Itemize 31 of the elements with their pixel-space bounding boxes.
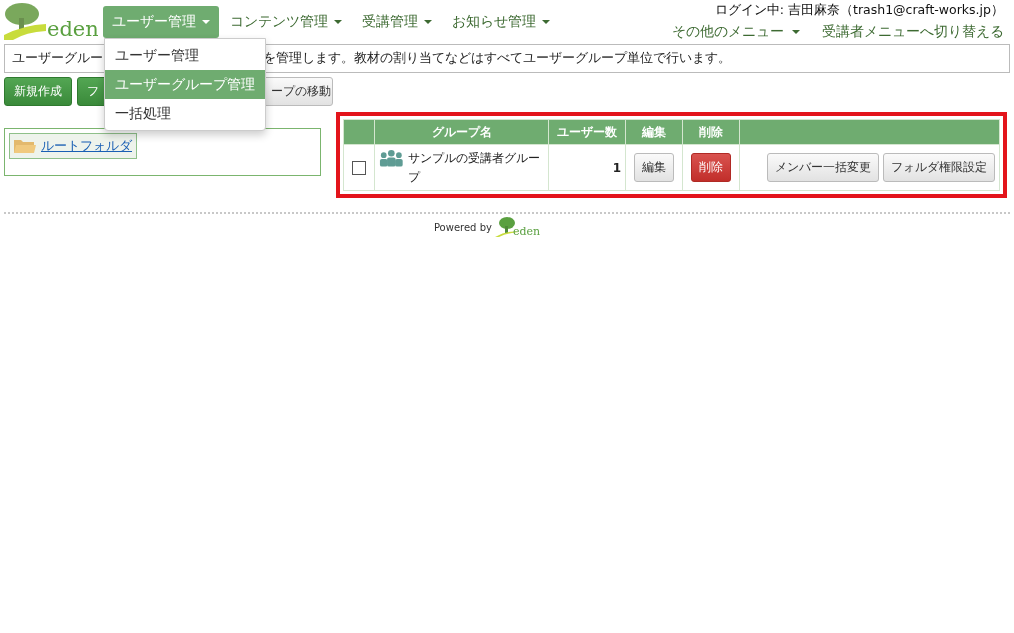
group-name: サンプルの受講者グループ bbox=[407, 149, 541, 186]
powered-by-text: Powered by bbox=[433, 221, 492, 233]
delete-button[interactable]: 削除 bbox=[691, 153, 731, 182]
edit-button[interactable]: 編集 bbox=[634, 153, 674, 182]
column-header: 削除 bbox=[682, 119, 740, 145]
user-count: 1 bbox=[612, 160, 621, 175]
caret-icon bbox=[334, 20, 342, 24]
eden-logo: eden bbox=[494, 216, 541, 238]
caret-icon bbox=[202, 20, 210, 24]
row-checkbox[interactable] bbox=[352, 160, 366, 175]
caret-icon bbox=[424, 20, 432, 24]
group-icon bbox=[379, 148, 404, 167]
column-header: グループ名 bbox=[374, 119, 549, 145]
swoosh-icon bbox=[4, 24, 46, 40]
nav-menu[interactable]: お知らせ管理 bbox=[443, 6, 559, 38]
login-status: ログイン中: 吉田麻奈（trash1@craft-works.jp） bbox=[714, 2, 1004, 19]
toolbar-button[interactable]: 新規作成 bbox=[4, 77, 72, 106]
caret-icon bbox=[542, 20, 550, 24]
folder-icon bbox=[14, 138, 36, 154]
column-header: ユーザー数 bbox=[548, 119, 626, 145]
caret-icon bbox=[792, 30, 800, 34]
info-text: ユーザーグルー bbox=[12, 50, 103, 67]
nav-menu[interactable]: コンテンツ管理 bbox=[221, 6, 351, 38]
menu-item[interactable]: ユーザー管理 bbox=[105, 41, 265, 70]
column-header: 編集 bbox=[625, 119, 683, 145]
nav-menu[interactable]: 受講管理 bbox=[353, 6, 441, 38]
action-button[interactable]: フォルダ権限設定 bbox=[883, 153, 995, 182]
header-link[interactable]: その他のメニュー bbox=[672, 23, 800, 41]
folder-link[interactable]: ルートフォルダ bbox=[9, 133, 137, 159]
action-button[interactable]: メンバー一括変更 bbox=[767, 153, 879, 182]
header-link[interactable]: 受講者メニューへ切り替える bbox=[822, 23, 1004, 41]
